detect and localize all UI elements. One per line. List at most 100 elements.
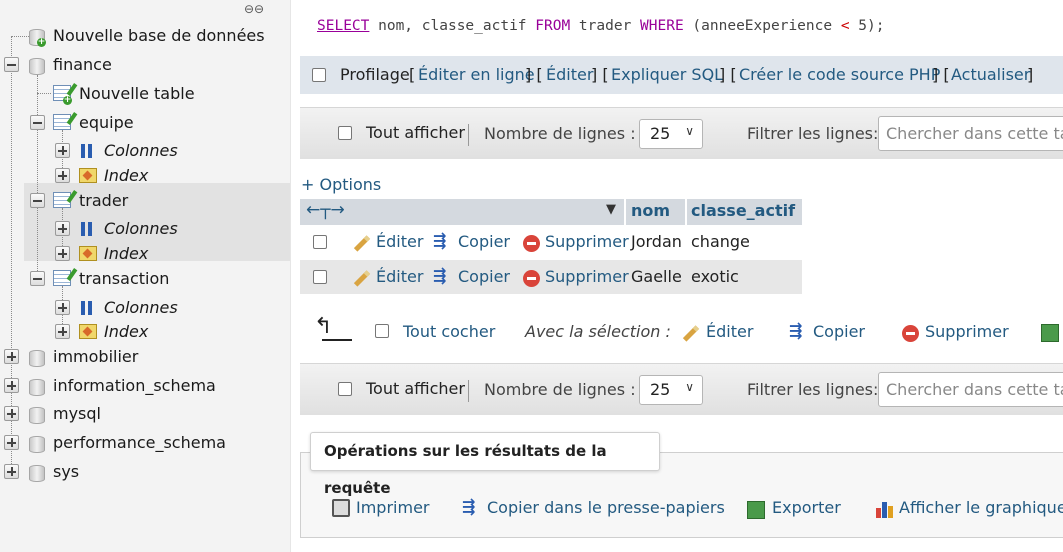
sidebar-item-label[interactable]: equipe	[79, 111, 134, 135]
pencil-icon	[353, 234, 371, 252]
sidebar-item-colonnes[interactable]: Colonnes	[0, 296, 290, 320]
check-all-checkbox[interactable]	[375, 324, 389, 338]
rows-value: 25	[650, 124, 671, 143]
expand-icon[interactable]	[4, 378, 19, 393]
sidebar-item-colonnes[interactable]: Colonnes	[0, 217, 290, 241]
bracket: ]	[1027, 65, 1034, 84]
cell-nom[interactable]: Gaelle	[631, 267, 682, 286]
expand-icon[interactable]	[55, 324, 70, 339]
expand-icon[interactable]	[55, 221, 70, 236]
export-icon[interactable]	[1041, 324, 1059, 342]
sidebar-item-trader[interactable]: trader	[0, 189, 290, 213]
profiling-checkbox[interactable]	[312, 68, 326, 82]
create-php-code-link[interactable]: Créer le code source PHP	[739, 65, 940, 84]
sidebar-item-label[interactable]: Index	[104, 242, 148, 266]
export-link[interactable]: Exporter	[772, 498, 841, 517]
collapse-icon[interactable]	[30, 271, 45, 286]
explain-sql-link[interactable]: Expliquer SQL	[611, 65, 723, 84]
sidebar-item-label[interactable]: information_schema	[53, 374, 216, 398]
edit-link[interactable]: Éditer	[546, 65, 593, 84]
edit-row-link[interactable]: Éditer	[376, 232, 423, 251]
sidebar-item-label[interactable]: Nouvelle table	[79, 82, 195, 106]
copy-icon: ⇶	[789, 321, 803, 340]
sidebar-item-new-database[interactable]: + Nouvelle base de données	[0, 24, 290, 48]
expand-icon[interactable]	[55, 143, 70, 158]
rows-select[interactable]: 25 ∨	[639, 375, 703, 405]
index-icon	[79, 246, 97, 261]
sidebar-item-information-schema[interactable]: information_schema	[0, 374, 290, 398]
edit-inline-link[interactable]: Éditer en ligne	[418, 65, 535, 84]
bulk-copy-button[interactable]: Copier	[813, 322, 865, 341]
collapse-icon[interactable]	[30, 115, 45, 130]
sql-operator: <	[840, 18, 850, 34]
sidebar-item-label[interactable]: Index	[104, 320, 148, 344]
sql-keyword-select[interactable]: SELECT	[317, 18, 369, 34]
row-checkbox[interactable]	[313, 235, 327, 249]
sidebar-item-transaction[interactable]: transaction	[0, 267, 290, 291]
collapse-icon[interactable]	[30, 193, 45, 208]
check-all-label[interactable]: Tout cocher	[403, 322, 495, 341]
show-all-label[interactable]: Tout afficher	[366, 123, 465, 142]
sidebar-item-label[interactable]: Nouvelle base de données	[53, 24, 265, 48]
expand-icon[interactable]	[4, 406, 19, 421]
sidebar-item-label[interactable]: finance	[53, 53, 112, 77]
sidebar-item-equipe[interactable]: equipe	[0, 111, 290, 135]
display-chart-link[interactable]: Afficher le graphique	[899, 498, 1063, 517]
column-header-nom[interactable]: nom	[631, 201, 670, 220]
sidebar-item-label[interactable]: Index	[104, 164, 148, 188]
bulk-edit-button[interactable]: Éditer	[706, 322, 753, 341]
row-checkbox[interactable]	[313, 270, 327, 284]
sidebar-item-index[interactable]: Index	[0, 242, 290, 266]
delete-row-link[interactable]: Supprimer	[545, 267, 629, 286]
cell-nom[interactable]: Jordan	[631, 232, 682, 251]
filter-rows-input[interactable]: Chercher dans cette table	[878, 116, 1063, 151]
copy-clipboard-link[interactable]: Copier dans le presse-papiers	[487, 498, 725, 517]
filter-rows-input[interactable]: Chercher dans cette table	[878, 372, 1063, 407]
cell-classe-actif[interactable]: change	[691, 232, 750, 251]
expand-icon[interactable]	[55, 300, 70, 315]
sidebar-item-performance-schema[interactable]: performance_schema	[0, 431, 290, 455]
sidebar-item-label[interactable]: performance_schema	[53, 431, 226, 455]
refresh-link[interactable]: Actualiser	[951, 65, 1030, 84]
sidebar-item-new-table[interactable]: + Nouvelle table	[0, 82, 290, 106]
sidebar-item-label[interactable]: mysql	[53, 402, 101, 426]
link-icon[interactable]: ⊖⊖	[244, 2, 264, 16]
rows-select[interactable]: 25 ∨	[639, 119, 703, 149]
sidebar-item-label[interactable]: Colonnes	[104, 296, 178, 320]
delete-row-link[interactable]: Supprimer	[545, 232, 629, 251]
expand-icon[interactable]	[4, 349, 19, 364]
copy-icon: ⇶	[433, 266, 447, 285]
sidebar-item-label[interactable]: Colonnes	[104, 139, 178, 163]
sidebar-item-index[interactable]: Index	[0, 320, 290, 344]
sidebar-item-sys[interactable]: sys	[0, 460, 290, 484]
sidebar-item-label[interactable]: Colonnes	[104, 217, 178, 241]
sidebar-item-label[interactable]: immobilier	[53, 345, 138, 369]
column-header-classe-actif[interactable]: classe_actif	[691, 201, 795, 220]
expand-icon[interactable]	[4, 435, 19, 450]
sidebar-item-label[interactable]: transaction	[79, 267, 169, 291]
sidebar-item-index[interactable]: Index	[0, 164, 290, 188]
expand-icon[interactable]	[55, 246, 70, 261]
copy-row-link[interactable]: Copier	[458, 232, 510, 251]
sidebar-item-mysql[interactable]: mysql	[0, 402, 290, 426]
expand-icon[interactable]	[4, 464, 19, 479]
column-resize-arrows-icon[interactable]: ←┬→	[306, 200, 345, 220]
table-icon	[53, 268, 78, 286]
bulk-delete-button[interactable]: Supprimer	[925, 322, 1009, 341]
show-all-checkbox[interactable]	[338, 382, 352, 396]
cell-classe-actif[interactable]: exotic	[691, 267, 739, 286]
sidebar-item-colonnes[interactable]: Colonnes	[0, 139, 290, 163]
sidebar-item-label[interactable]: trader	[79, 189, 128, 213]
show-all-checkbox[interactable]	[338, 126, 352, 140]
options-link[interactable]: + Options	[301, 175, 381, 194]
copy-row-link[interactable]: Copier	[458, 267, 510, 286]
sidebar-item-finance[interactable]: finance	[0, 53, 290, 77]
collapse-icon[interactable]	[4, 57, 19, 72]
expand-icon[interactable]	[55, 168, 70, 183]
sidebar-item-immobilier[interactable]: immobilier	[0, 345, 290, 369]
show-all-label[interactable]: Tout afficher	[366, 379, 465, 398]
sort-dropdown-icon[interactable]: ▼	[606, 202, 616, 217]
database-icon	[29, 435, 45, 453]
sidebar-item-label[interactable]: sys	[53, 460, 79, 484]
edit-row-link[interactable]: Éditer	[376, 267, 423, 286]
